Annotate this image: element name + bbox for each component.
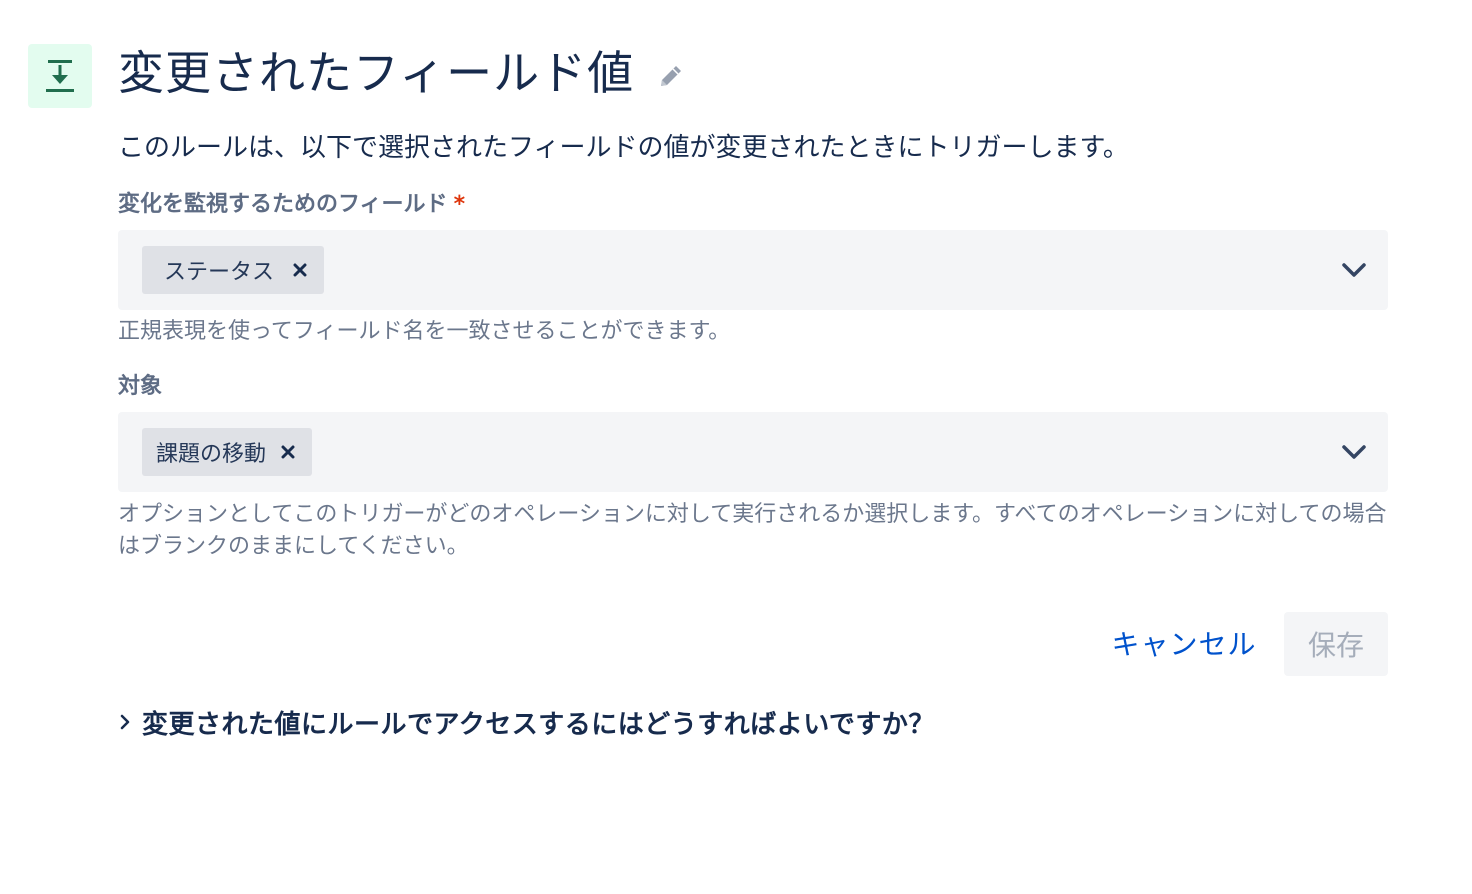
rule-description: このルールは、以下で選択されたフィールドの値が変更されたときにトリガーします。	[118, 133, 1129, 163]
fields-to-monitor-label: 変化を監視するためのフィールド *	[118, 188, 465, 222]
save-button[interactable]: 保存	[1284, 612, 1388, 676]
pencil-icon[interactable]	[656, 61, 686, 91]
faq-question: 変更された値にルールでアクセスするにはどうすればよいですか？	[142, 709, 935, 740]
target-select[interactable]: 課題の移動	[118, 412, 1388, 492]
faq-expander[interactable]: 変更された値にルールでアクセスするにはどうすればよいですか？	[116, 700, 935, 744]
target-label: 対象	[118, 374, 163, 399]
close-icon[interactable]	[286, 256, 314, 284]
selected-tag-label: ステータス	[164, 260, 275, 285]
title-row: 変更されたフィールド値	[118, 38, 686, 108]
close-icon[interactable]	[274, 438, 302, 466]
chevron-right-icon	[116, 712, 134, 732]
page-title: 変更されたフィールド値	[118, 46, 635, 100]
fields-to-monitor-helper: 正規表現を使ってフィールド名を一致させることができます。	[118, 319, 731, 344]
selected-tag: ステータス	[142, 246, 325, 294]
cancel-button[interactable]: キャンセル	[1098, 612, 1270, 674]
selected-tag: 課題の移動	[142, 428, 313, 476]
fields-to-monitor-label-text: 変化を監視するためのフィールド	[118, 192, 448, 217]
chevron-down-icon[interactable]	[1336, 434, 1372, 470]
required-mark: *	[453, 192, 466, 217]
selected-tag-label: 課題の移動	[156, 442, 267, 467]
fields-to-monitor-select[interactable]: ステータス	[118, 230, 1388, 310]
target-helper: オプションとしてこのトリガーがどのオペレーションに対して実行されるか選択します。…	[118, 502, 1387, 559]
download-arrow-icon	[28, 44, 92, 108]
chevron-down-icon[interactable]	[1336, 252, 1372, 288]
